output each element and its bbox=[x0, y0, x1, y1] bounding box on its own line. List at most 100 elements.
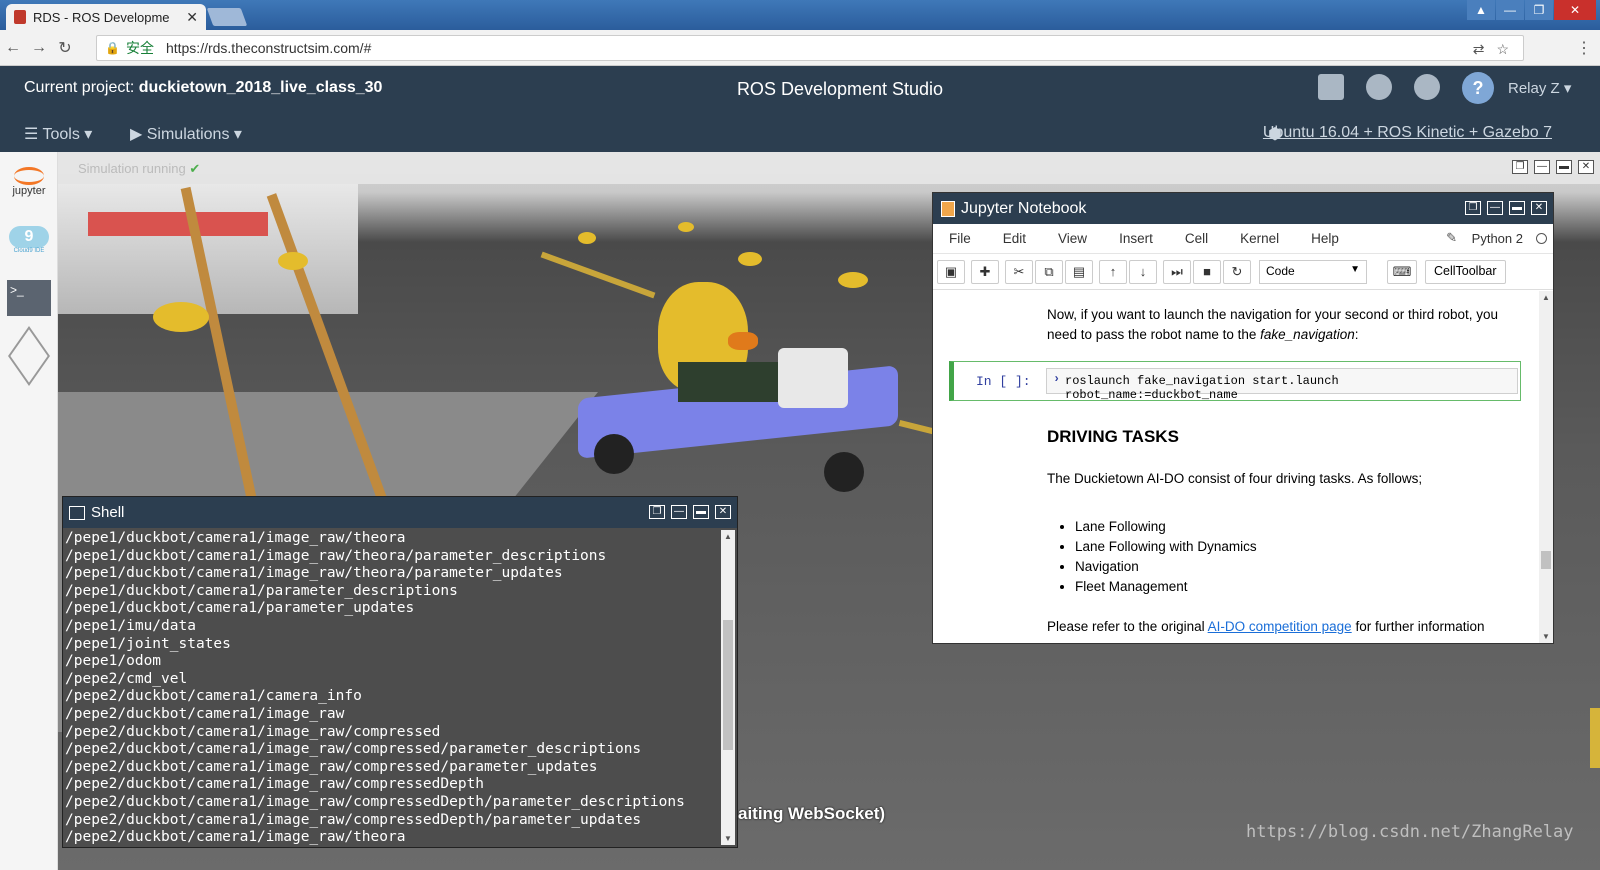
app-header: Current project: duckietown_2018_live_cl… bbox=[0, 66, 1600, 112]
scroll-down-icon[interactable]: ▼ bbox=[1542, 632, 1550, 641]
menu-view[interactable]: View bbox=[1058, 231, 1087, 246]
user-menu[interactable]: Relay Z ▾ bbox=[1508, 79, 1571, 97]
shell-title: Shell bbox=[91, 504, 125, 521]
menu-file[interactable]: File bbox=[949, 231, 971, 246]
restore-icon[interactable]: ❐ bbox=[1512, 160, 1528, 174]
tab-close-icon[interactable]: ✕ bbox=[186, 9, 198, 26]
notebook-icon bbox=[941, 200, 955, 217]
edge-handle[interactable] bbox=[1590, 708, 1600, 768]
distro-link[interactable]: Ubuntu 16.04 + ROS Kinetic + Gazebo 7 bbox=[1263, 124, 1552, 142]
back-icon[interactable]: ← bbox=[0, 39, 26, 57]
help-icon[interactable]: ? bbox=[1462, 72, 1494, 104]
browser-tab[interactable]: RDS - ROS Developme ✕ bbox=[6, 4, 206, 30]
shell-tool-button[interactable]: >_ bbox=[4, 272, 54, 324]
keyboard-icon[interactable]: ⌨ bbox=[1387, 259, 1417, 284]
cloud9-tool-button[interactable]: 9 Cloud9 IDE bbox=[4, 214, 54, 266]
terminal-line: /pepe1/imu/data bbox=[65, 617, 196, 634]
browser-menu-icon[interactable]: ⋮ bbox=[1576, 38, 1592, 58]
close-icon[interactable]: ✕ bbox=[715, 505, 731, 519]
terminal-scrollbar[interactable]: ▲ ▼ bbox=[721, 530, 735, 845]
menu-edit[interactable]: Edit bbox=[1003, 231, 1026, 246]
cut-icon[interactable]: ✂ bbox=[1005, 259, 1033, 284]
simulations-menu[interactable]: ▶ Simulations ▾ bbox=[130, 124, 242, 144]
scroll-up-icon[interactable]: ▲ bbox=[724, 532, 732, 541]
celltoolbar-button[interactable]: CellToolbar bbox=[1425, 259, 1506, 284]
new-tab-button[interactable] bbox=[206, 8, 248, 26]
bookmark-star-icon[interactable]: ☆ bbox=[1496, 41, 1509, 58]
terminal-output[interactable]: /pepe1/duckbot/camera1/image_raw/theora /… bbox=[65, 528, 719, 847]
maximize-icon[interactable]: ▬ bbox=[1556, 160, 1572, 174]
terminal-line: /pepe2/duckbot/camera1/image_raw/compres… bbox=[65, 811, 642, 828]
jupyter-titlebar[interactable]: Jupyter Notebook ❐ — ▬ ✕ bbox=[933, 193, 1553, 224]
emphasis-text: fake_navigation bbox=[1260, 327, 1355, 342]
restore-icon[interactable]: ❐ bbox=[1525, 0, 1553, 20]
pencil-icon[interactable]: ✎ bbox=[1446, 230, 1457, 246]
tab-title: RDS - ROS Developme bbox=[33, 9, 170, 25]
gazebo-tool-button[interactable] bbox=[4, 326, 54, 386]
clock-icon[interactable] bbox=[1414, 74, 1440, 100]
secure-label: 安全 bbox=[125, 40, 154, 56]
terminal-line: /pepe2/duckbot/camera1/image_raw/compres… bbox=[65, 723, 441, 740]
restart-icon[interactable]: ↻ bbox=[1223, 259, 1251, 284]
minimize-icon[interactable]: — bbox=[671, 505, 687, 519]
gazebo-cube-icon bbox=[8, 326, 50, 386]
jupyter-logo-icon bbox=[14, 167, 44, 185]
tools-menu[interactable]: ☰ Tools ▾ bbox=[24, 124, 92, 144]
restore-icon[interactable]: ❐ bbox=[649, 505, 665, 519]
maximize-icon[interactable]: ▬ bbox=[1509, 201, 1525, 215]
stop-icon[interactable]: ■ bbox=[1193, 259, 1221, 284]
cell-type-select[interactable]: Code ▼ bbox=[1259, 259, 1367, 284]
translate-icon[interactable]: ⇄ bbox=[1473, 41, 1485, 58]
menu-insert[interactable]: Insert bbox=[1119, 231, 1153, 246]
notebook-scrollbar[interactable]: ▲ ▼ bbox=[1539, 291, 1553, 643]
minimize-icon[interactable]: — bbox=[1496, 0, 1524, 20]
code-text: roslaunch fake_navigation start.launch r… bbox=[1065, 374, 1339, 402]
scroll-thumb[interactable] bbox=[1541, 551, 1551, 569]
simulation-status-text: Simulation running bbox=[78, 161, 186, 176]
save-icon[interactable]: ▣ bbox=[937, 259, 965, 284]
terminal-line: /pepe2/duckbot/camera1/image_raw/compres… bbox=[65, 793, 685, 810]
kernel-name: Python 2 bbox=[1471, 231, 1523, 246]
url-input[interactable]: 🔒 安全 https://rds.theconstructsim.com/# ⇄… bbox=[96, 35, 1524, 61]
close-icon[interactable]: ✕ bbox=[1578, 160, 1594, 174]
shell-titlebar[interactable]: Shell ❐ — ▬ ✕ bbox=[63, 497, 737, 528]
scroll-up-icon[interactable]: ▲ bbox=[1542, 293, 1550, 302]
window-close-icon[interactable]: ✕ bbox=[1554, 0, 1596, 20]
terminal-line: /pepe1/odom bbox=[65, 653, 162, 670]
jupyter-tool-button[interactable]: jupyter bbox=[4, 156, 54, 208]
run-icon[interactable]: ⏭ bbox=[1163, 259, 1191, 284]
move-up-icon[interactable]: ↑ bbox=[1099, 259, 1127, 284]
close-icon[interactable]: ✕ bbox=[1531, 201, 1547, 215]
terminal-line: /pepe2/cmd_vel bbox=[65, 670, 188, 687]
add-cell-icon[interactable]: ✚ bbox=[971, 259, 999, 284]
move-down-icon[interactable]: ↓ bbox=[1129, 259, 1157, 284]
lock-icon: 🔒 bbox=[105, 41, 120, 55]
code-cell[interactable]: In [ ]: › roslaunch fake_navigation star… bbox=[949, 361, 1521, 402]
menu-kernel[interactable]: Kernel bbox=[1240, 231, 1279, 246]
cell-type-value: Code bbox=[1266, 263, 1295, 278]
restore-icon[interactable]: ❐ bbox=[1465, 201, 1481, 215]
notebook-body[interactable]: Now, if you want to launch the navigatio… bbox=[933, 291, 1539, 643]
reload-icon[interactable]: ↻ bbox=[52, 38, 78, 58]
maximize-icon[interactable]: ▬ bbox=[693, 505, 709, 519]
scroll-thumb[interactable] bbox=[723, 620, 733, 750]
copy-icon[interactable]: ⧉ bbox=[1035, 259, 1063, 284]
competition-link[interactable]: AI-DO competition page bbox=[1208, 619, 1352, 634]
paste-icon[interactable]: ▤ bbox=[1065, 259, 1093, 284]
url-text: https://rds.theconstructsim.com/# bbox=[165, 40, 372, 56]
terminal-line: /pepe2/duckbot/camera1/image_raw/compres… bbox=[65, 741, 642, 758]
terminal-line: /pepe1/joint_states bbox=[65, 635, 231, 652]
jupyter-window: Jupyter Notebook ❐ — ▬ ✕ File Edit View … bbox=[932, 192, 1554, 644]
save-icon[interactable] bbox=[1318, 74, 1344, 100]
code-input[interactable]: › roslaunch fake_navigation start.launch… bbox=[1046, 368, 1518, 402]
list-item: Lane Following bbox=[1075, 517, 1257, 537]
address-bar: ← → ↻ 🔒 安全 https://rds.theconstructsim.c… bbox=[0, 30, 1600, 66]
globe-icon[interactable] bbox=[1366, 74, 1392, 100]
minimize-icon[interactable]: — bbox=[1534, 160, 1550, 174]
user-icon[interactable]: ▲ bbox=[1467, 0, 1495, 20]
menu-help[interactable]: Help bbox=[1311, 231, 1339, 246]
scroll-down-icon[interactable]: ▼ bbox=[724, 834, 732, 843]
menu-cell[interactable]: Cell bbox=[1185, 231, 1208, 246]
forward-icon[interactable]: → bbox=[26, 39, 52, 57]
minimize-icon[interactable]: — bbox=[1487, 201, 1503, 215]
